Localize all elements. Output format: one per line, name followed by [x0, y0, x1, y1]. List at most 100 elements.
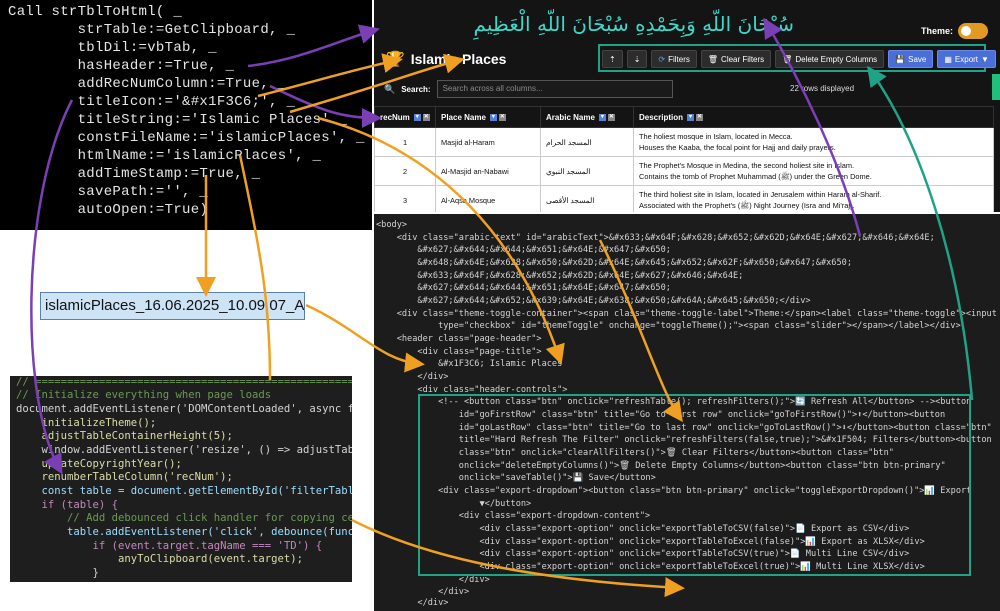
vba-code-panel: Call strTblToHtml( _ strTable:=GetClipbo… [0, 0, 372, 230]
search-label: Search: [401, 84, 431, 94]
refresh-icon: ⟳ [658, 54, 666, 64]
js-line: initializeTheme(); [16, 417, 157, 429]
theme-label: Theme: [920, 26, 953, 36]
cell-place-name[interactable]: Masjid al-Haram [435, 127, 541, 157]
vba-line: savePath:='', _ [8, 184, 209, 200]
html-line: </div> [376, 575, 490, 585]
cell-description[interactable]: The holiest mosque in Islam, located in … [633, 127, 994, 157]
html-line: type="checkbox" id="themeToggle" onchang… [376, 321, 961, 331]
html-line: &#x627;&#x644;&#x652;&#x639;&#x64E;&#x63… [376, 296, 811, 306]
vba-line: autoOpen:=True) [8, 202, 209, 218]
js-line: // =====================================… [16, 376, 352, 388]
go-first-row-button[interactable]: ⇡ [602, 50, 623, 68]
js-line: // Initialize everything when page loads [16, 389, 272, 401]
clear-icon[interactable]: ✕ [607, 113, 615, 121]
delete-empty-label: Delete Empty Columns [795, 54, 878, 64]
save-button[interactable]: 💾 Save [888, 50, 934, 68]
cell-place-name[interactable]: Al-Aqsa Mosque [435, 185, 541, 212]
html-line: <div class="page-title"> [376, 347, 542, 357]
search-input[interactable]: Search across all columns... [436, 80, 673, 98]
arrow-down-icon: ⇣ [633, 54, 641, 64]
html-line: </div> [376, 372, 449, 382]
cell-place-name[interactable]: Al-Masjid an-Nabawi [435, 156, 541, 186]
vba-line: Call strTblToHtml( _ [8, 4, 183, 20]
cell-recnum[interactable]: 1 [374, 127, 436, 157]
html-line: &#x627;&#x644;&#x644;&#x651;&#x64E;&#x64… [376, 245, 671, 255]
js-line: table.addEventListener('click', debounce… [67, 526, 352, 538]
js-line: adjustTableContainerHeight(5); [16, 430, 233, 442]
rows-displayed-count: 22 rows displayed [790, 84, 855, 93]
js-line: anyToClipboard(event.target); [16, 553, 304, 565]
vba-line: strTable:=GetClipboard, _ [8, 22, 296, 38]
js-line: document.addEventListener('DOMContentLoa… [16, 403, 352, 415]
page-title-text: Islamic Places [410, 51, 507, 67]
trophy-icon: 🏆 [386, 51, 405, 68]
js-line: renumberTableColumn('recNum'); [16, 471, 233, 483]
side-tab[interactable] [992, 74, 1000, 100]
generated-filename: islamicPlaces_16.06.2025_10.09.07_AM [40, 292, 305, 320]
cell-arabic-name[interactable]: المسجد الحرام [540, 127, 634, 157]
table-row[interactable]: 2 Al-Masjid an-Nabawi المسجد النبوي The … [374, 156, 994, 186]
data-table: recNum ▾ ✕ Place Name ▾ ✕ Arabic Name ▾ ✕ Desc… [374, 106, 994, 212]
floppy-icon: 💾 [895, 54, 906, 64]
cell-recnum[interactable]: 3 [374, 185, 436, 212]
html-line: <div class="arabic-text" id="arabicText"… [376, 233, 935, 243]
js-line: if (event.target.tagName === 'TD') { [16, 540, 323, 552]
search-row: 🔍 Search: Search across all columns... [384, 80, 673, 98]
vba-line: titleIcon:='&#x1F3C6;', _ [8, 94, 296, 110]
filters-button[interactable]: ⟳ Filters [651, 50, 697, 68]
vba-line: titleString:='Islamic Places' _ [8, 112, 348, 128]
html-line: &#x633;&#x64F;&#x628;&#x652;&#x62D;&#x64… [376, 271, 744, 281]
html-line: </div> [376, 598, 449, 608]
filter-icon[interactable]: ▾ [489, 113, 497, 121]
export-label: Export [954, 54, 979, 64]
arabic-banner: سُبْحَانَ اللّهِ وَبِحَمْدِهِ سُبْحَانَ … [473, 12, 794, 36]
html-line: <body> [376, 220, 408, 230]
table-row[interactable]: 1 Masjid al-Haram المسجد الحرام The holi… [374, 127, 994, 157]
column-header-place-name[interactable]: Place Name ▾ ✕ [435, 106, 541, 128]
cell-arabic-name[interactable]: المسجد النبوي [540, 156, 634, 186]
page-title: 🏆 Islamic Places [386, 50, 506, 68]
vba-line: constFileName:='islamicPlaces', _ [8, 130, 365, 146]
vba-line: addRecNumColumn:=True, _ [8, 76, 287, 92]
controls-code-highlight-box [418, 394, 971, 576]
chart-icon: ▦ [944, 54, 952, 64]
html-line: <div class="theme-toggle-container"><spa… [376, 309, 997, 319]
go-last-row-button[interactable]: ⇣ [626, 50, 648, 68]
html-line: &#x648;&#x64E;&#x628;&#x650;&#x62D;&#x64… [376, 258, 852, 268]
cell-recnum[interactable]: 2 [374, 156, 436, 186]
header-controls: ⇡ ⇣ ⟳ Filters 🗑 Clear Filters 🗑 Delete Empt… [602, 46, 996, 72]
js-line: // Add debounced click handler for copyi… [67, 512, 352, 524]
filter-icon[interactable]: ▾ [413, 113, 421, 121]
chevron-down-icon: ▼ [981, 54, 989, 64]
delete-empty-columns-button[interactable]: 🗑 Delete Empty Columns [775, 50, 885, 68]
column-header-description[interactable]: Description ▾ ✕ [633, 106, 994, 128]
clear-filters-button[interactable]: 🗑 Clear Filters [700, 50, 772, 68]
cell-arabic-name[interactable]: المسجد الأقصى [540, 185, 634, 212]
vba-line: htmlName:='islamicPlaces', _ [8, 148, 322, 164]
js-code-panel: // =====================================… [10, 376, 352, 582]
html-line: <header class="page-header"> [376, 334, 542, 344]
trash-icon: 🗑 [707, 54, 719, 64]
clear-icon[interactable]: ✕ [422, 113, 430, 121]
theme-toggle-switch[interactable] [958, 23, 988, 39]
theme-toggle-container: Theme: [921, 20, 988, 42]
export-button[interactable]: ▦ Export ▼ [937, 50, 996, 68]
cell-description[interactable]: The third holiest site in Islam, located… [633, 185, 994, 212]
table-row[interactable]: 3 Al-Aqsa Mosque المسجد الأقصى The third… [374, 185, 994, 212]
html-line: </div> [376, 587, 470, 597]
filter-icon[interactable]: ▾ [598, 113, 606, 121]
filter-icon[interactable]: ▾ [687, 113, 695, 121]
vba-line: tblDil:=vbTab, _ [8, 40, 217, 56]
clear-icon[interactable]: ✕ [696, 113, 704, 121]
html-code-panel: <body> <div class="arabic-text" id="arab… [374, 214, 1000, 611]
cell-description[interactable]: The Prophet's Mosque in Medina, the seco… [633, 156, 994, 186]
clear-icon[interactable]: ✕ [498, 113, 506, 121]
column-header-recnum[interactable]: recNum ▾ ✕ [374, 106, 436, 128]
column-header-arabic-name[interactable]: Arabic Name ▾ ✕ [540, 106, 634, 128]
browser-preview: سُبْحَانَ اللّهِ وَبِحَمْدِهِ سُبْحَانَ … [374, 0, 1000, 212]
filters-label: Filters [668, 54, 690, 64]
clear-filters-label: Clear Filters [721, 54, 765, 64]
js-line: const table = document.getElementById('f… [16, 485, 353, 497]
html-line: &#x1F3C6; Islamic Places [376, 359, 563, 369]
